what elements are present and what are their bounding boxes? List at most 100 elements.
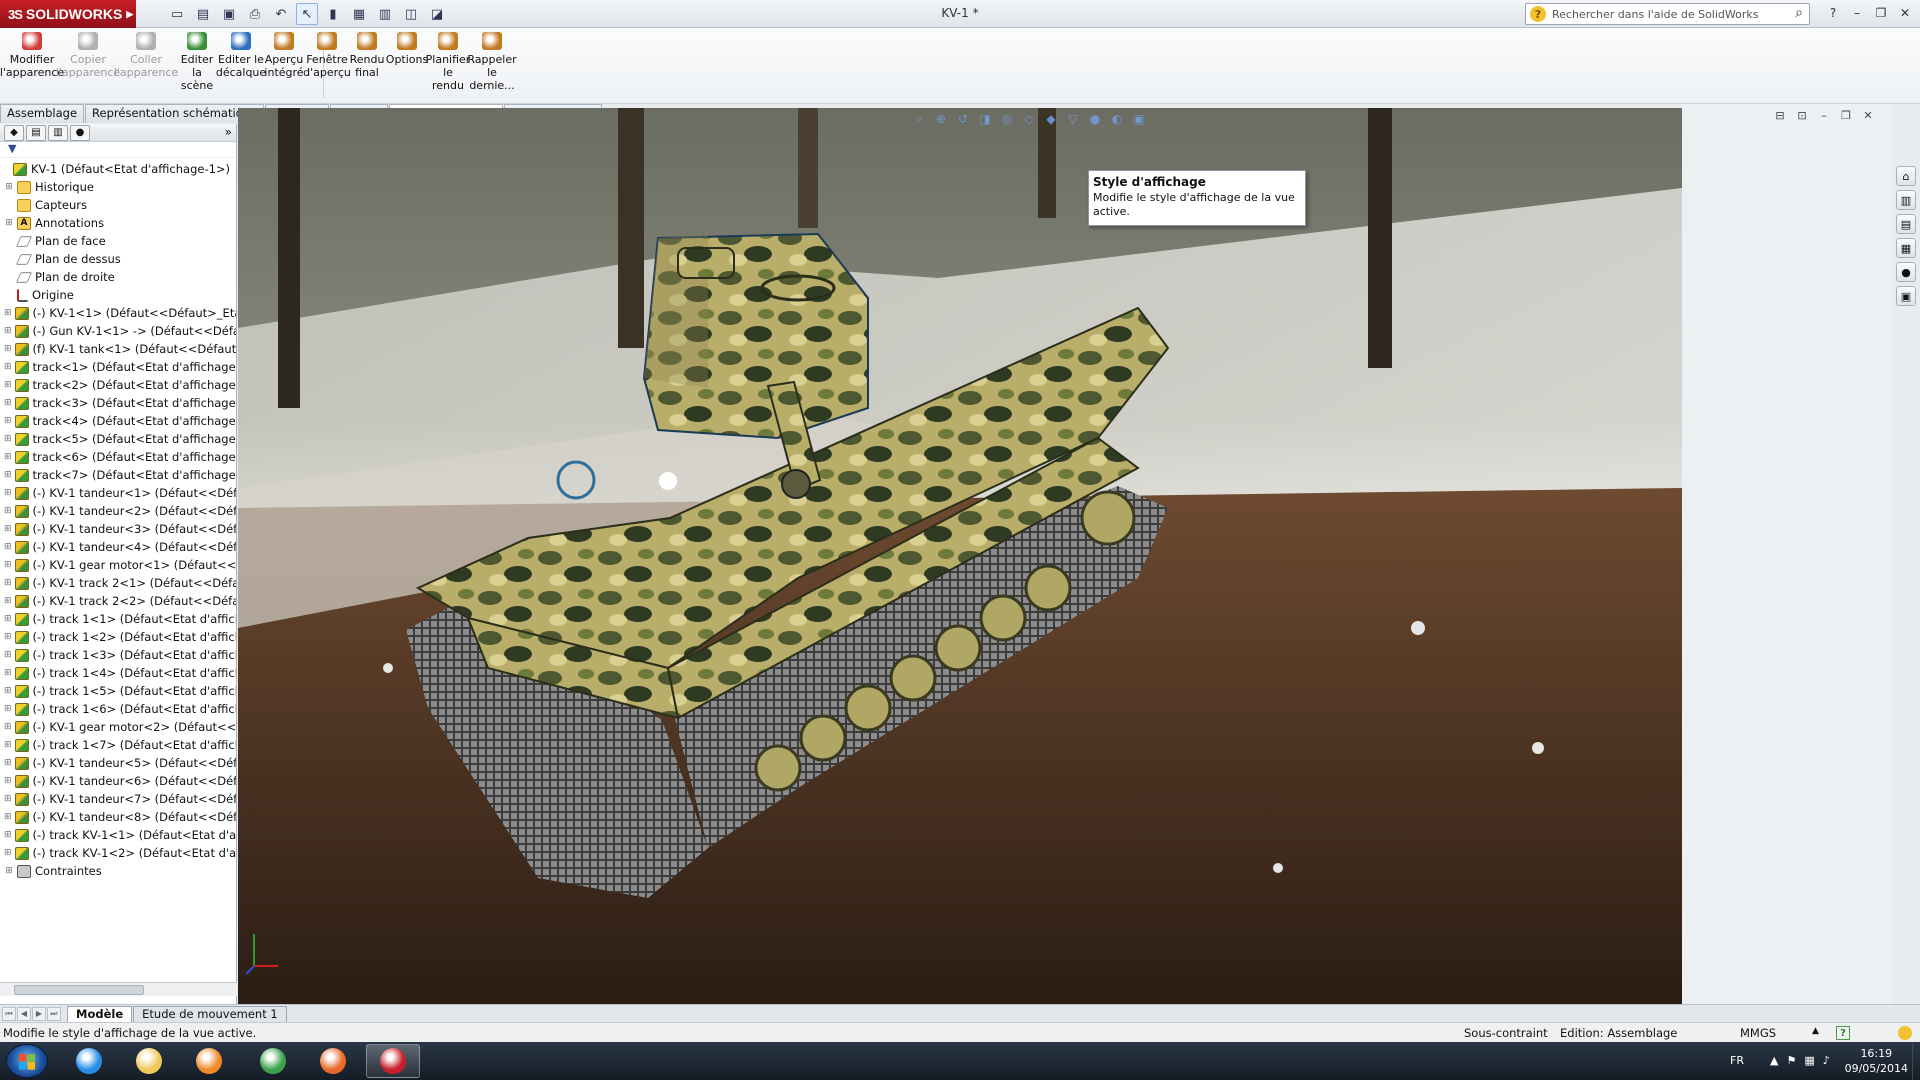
expand-icon[interactable]: ⊞: [4, 794, 12, 804]
restore-icon[interactable]: ❐: [1870, 4, 1892, 22]
tree-item[interactable]: ⊞ (f) KV-1 tank<1> (Défaut<<Défaut>_: [0, 340, 236, 358]
appearances-tab-icon[interactable]: ●: [1896, 262, 1916, 282]
tree-item[interactable]: Origine: [0, 286, 236, 304]
custom-properties-tab-icon[interactable]: ▣: [1896, 286, 1916, 306]
expand-icon[interactable]: ⊞: [4, 560, 12, 570]
edit-appearance-icon[interactable]: ●: [1086, 110, 1104, 128]
taskbar-app-media-player[interactable]: [182, 1044, 236, 1078]
expand-icon[interactable]: ⊞: [4, 686, 12, 696]
taskbar-app-chrome[interactable]: [246, 1044, 300, 1078]
ribbon-button-7[interactable]: Rendu final: [350, 32, 384, 102]
expand-icon[interactable]: ⊞: [4, 650, 12, 660]
zoom-area-icon[interactable]: ⊕: [932, 110, 950, 128]
expand-icon[interactable]: ⊞: [4, 452, 12, 462]
tree-item[interactable]: ⊞ (-) KV-1 tandeur<7> (Défaut<<Défau: [0, 790, 236, 808]
rebuild-icon[interactable]: ▮: [322, 3, 344, 25]
display-style-icon[interactable]: ◆: [1042, 110, 1060, 128]
filter-icon[interactable]: ▼: [0, 142, 236, 158]
view-palette-tab-icon[interactable]: ▦: [1896, 238, 1916, 258]
tree-item[interactable]: Capteurs: [0, 196, 236, 214]
design-library-tab-icon[interactable]: ▥: [1896, 190, 1916, 210]
previous-view-icon[interactable]: ↺: [954, 110, 972, 128]
tree-item[interactable]: ⊞ track<3> (Défaut<Etat d'affichage-1: [0, 394, 236, 412]
tree-item[interactable]: ⊞ (-) KV-1<1> (Défaut<<Défaut>_Etat: [0, 304, 236, 322]
viewport-close-icon[interactable]: ✕: [1860, 108, 1876, 122]
tree-item[interactable]: KV-1 (Défaut<Etat d'affichage-1>): [0, 160, 236, 178]
tree-item[interactable]: ⊞ (-) KV-1 tandeur<2> (Défaut<<Défau: [0, 502, 236, 520]
quick-tips-icon[interactable]: ?: [1836, 1026, 1850, 1040]
print-icon[interactable]: ⎙: [244, 3, 266, 25]
prev-tab-icon[interactable]: ◀: [17, 1006, 31, 1021]
tree-item[interactable]: ⊞ (-) KV-1 tandeur<5> (Défaut<<Défau: [0, 754, 236, 772]
language-indicator[interactable]: FR: [1730, 1054, 1744, 1067]
tree-item[interactable]: ⊞ track<5> (Défaut<Etat d'affichage-1: [0, 430, 236, 448]
expand-icon[interactable]: ⊞: [4, 812, 12, 822]
help-menu-icon[interactable]: ?: [1822, 4, 1844, 22]
display-manager-tab-icon[interactable]: ●: [70, 124, 90, 141]
tree-item[interactable]: ⊞ track<1> (Défaut<Etat d'affichage-1: [0, 358, 236, 376]
undo-icon[interactable]: ↶: [270, 3, 292, 25]
view-orientation-icon[interactable]: ◇: [1020, 110, 1038, 128]
tree-item[interactable]: ⊞ (-) KV-1 gear motor<2> (Défaut<<D: [0, 718, 236, 736]
viewport-tile-icon[interactable]: ⊡: [1794, 108, 1810, 122]
expand-icon[interactable]: ⊞: [4, 740, 12, 750]
expand-icon[interactable]: ⊞: [4, 524, 12, 534]
units-selector[interactable]: MMGS: [1740, 1026, 1776, 1040]
view-settings-icon[interactable]: ▣: [1130, 110, 1148, 128]
show-desktop-button[interactable]: [1912, 1042, 1920, 1080]
window-cascade-icon[interactable]: ◪: [426, 3, 448, 25]
expand-icon[interactable]: ⊞: [4, 776, 12, 786]
ribbon-button-10[interactable]: Rappeler le dernie...: [467, 32, 517, 102]
zoom-to-fit-icon[interactable]: ⌕: [910, 110, 928, 128]
tree-item[interactable]: ⊞ (-) KV-1 tandeur<3> (Défaut<<Défau: [0, 520, 236, 538]
new-document-icon[interactable]: ▭: [166, 3, 188, 25]
tree-item[interactable]: ⊞ (-) KV-1 track 2<2> (Défaut<<Défaut: [0, 592, 236, 610]
window-tile-icon[interactable]: ◫: [400, 3, 422, 25]
expand-icon[interactable]: ⊞: [4, 704, 12, 714]
tree-item[interactable]: ⊞ track<6> (Défaut<Etat d'affichage-1: [0, 448, 236, 466]
taskbar-app-ie[interactable]: [62, 1044, 116, 1078]
viewport-restore-icon[interactable]: ❐: [1838, 108, 1854, 122]
ribbon-button-0[interactable]: Modifier l'apparence: [0, 32, 64, 102]
section-view-icon[interactable]: ◨: [976, 110, 994, 128]
tree-item[interactable]: Plan de dessus: [0, 250, 236, 268]
viewport-split-icon[interactable]: ⊟: [1772, 108, 1788, 122]
tree-item[interactable]: ⊞ Historique: [0, 178, 236, 196]
tree-item[interactable]: ⊞ (-) KV-1 track 2<1> (Défaut<<Défaut: [0, 574, 236, 592]
next-tab-icon[interactable]: ▶: [32, 1006, 46, 1021]
tree-item[interactable]: ⊞ Contraintes: [0, 862, 236, 880]
expand-icon[interactable]: ⊞: [4, 578, 12, 588]
apply-scene-icon[interactable]: ◐: [1108, 110, 1126, 128]
tree-item[interactable]: ⊞ (-) track KV-1<1> (Défaut<Etat d'affi: [0, 826, 236, 844]
expand-icon[interactable]: ⊞: [4, 614, 12, 624]
tree-item[interactable]: ⊞ track<2> (Défaut<Etat d'affichage-1: [0, 376, 236, 394]
expand-icon[interactable]: ⊞: [4, 668, 12, 678]
expand-icon[interactable]: ⊞: [4, 632, 12, 642]
start-button[interactable]: [6, 1044, 48, 1078]
tree-item[interactable]: ⊞ (-) track 1<6> (Défaut<Etat d'afficha: [0, 700, 236, 718]
tree-item[interactable]: ⊞ (-) KV-1 tandeur<4> (Défaut<<Défau: [0, 538, 236, 556]
expand-icon[interactable]: ⊞: [4, 362, 12, 372]
solidworks-menu-button[interactable]: 3S SOLIDWORKS ▶: [0, 0, 136, 28]
feature-tree-tab-icon[interactable]: ◆: [4, 124, 24, 141]
tree-item[interactable]: ⊞ (-) KV-1 tandeur<8> (Défaut<<Défau: [0, 808, 236, 826]
file-explorer-tab-icon[interactable]: ▤: [1896, 214, 1916, 234]
search-icon[interactable]: ⌕: [1795, 5, 1803, 21]
taskbar-app-explorer[interactable]: [122, 1044, 176, 1078]
tree-item[interactable]: ⊞ (-) track 1<5> (Défaut<Etat d'afficha: [0, 682, 236, 700]
ribbon-button-4[interactable]: Editer le décalque: [216, 32, 266, 102]
expand-icon[interactable]: ⊞: [4, 308, 12, 318]
property-manager-tab-icon[interactable]: ▤: [26, 124, 46, 141]
expand-icon[interactable]: ⊞: [4, 182, 14, 192]
ribbon-button-8[interactable]: Options: [386, 32, 428, 102]
expand-icon[interactable]: ⊞: [4, 326, 12, 336]
options-toolbar-icon[interactable]: ▥: [374, 3, 396, 25]
file-properties-icon[interactable]: ▦: [348, 3, 370, 25]
network-icon[interactable]: ▦: [1804, 1054, 1814, 1067]
expand-icon[interactable]: ⊞: [4, 470, 12, 480]
expand-tabs-icon[interactable]: »: [225, 125, 232, 139]
show-hidden-icons-icon[interactable]: ▲: [1770, 1054, 1778, 1067]
action-center-icon[interactable]: ⚑: [1786, 1054, 1796, 1067]
configuration-manager-tab-icon[interactable]: ▥: [48, 124, 68, 141]
tree-item[interactable]: ⊞ (-) track 1<3> (Défaut<Etat d'afficha: [0, 646, 236, 664]
